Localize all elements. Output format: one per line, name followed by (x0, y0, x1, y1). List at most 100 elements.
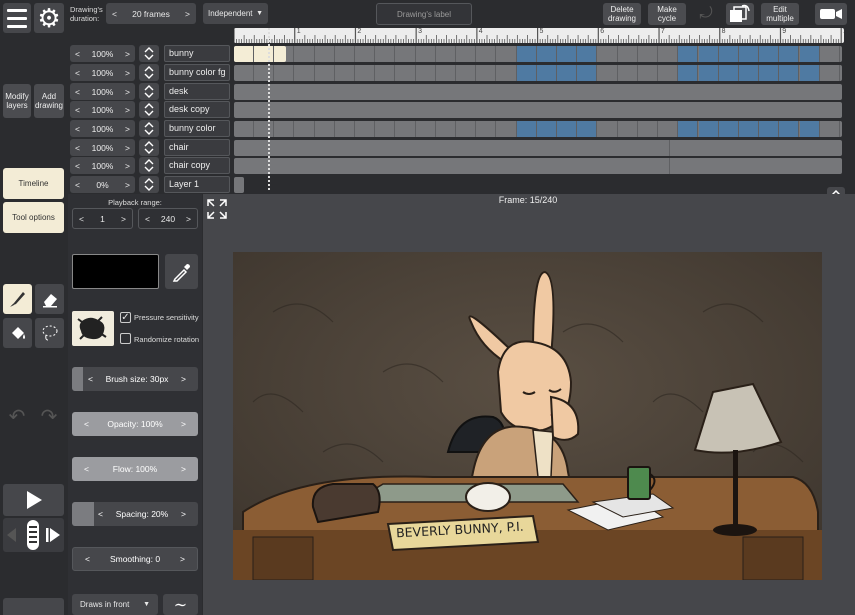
layer-name[interactable]: chair copy (164, 157, 230, 174)
mode-dropdown[interactable]: Independent ▼ (203, 3, 268, 24)
brush-icon[interactable] (3, 284, 32, 314)
frame-cell[interactable] (254, 46, 275, 62)
undo-icon[interactable]: ↶ (4, 404, 30, 428)
frame-cell[interactable] (638, 46, 658, 62)
increment-icon[interactable]: > (125, 105, 130, 115)
frame-cell[interactable] (577, 46, 598, 62)
frame-cell[interactable] (315, 65, 335, 81)
layer-name[interactable]: bunny (164, 45, 230, 62)
layer-name[interactable]: desk (164, 83, 230, 100)
frame-cell[interactable] (820, 65, 840, 81)
playback-start-stepper[interactable]: < 1 > (72, 208, 133, 229)
frame-cell[interactable] (234, 65, 254, 81)
frame-cell[interactable] (295, 121, 315, 137)
frame-cell[interactable] (335, 46, 355, 62)
delete-drawing-button[interactable]: Delete drawing (603, 3, 641, 25)
frame-cell[interactable] (820, 46, 840, 62)
timeline-button[interactable]: Timeline (3, 168, 64, 199)
frame-cell[interactable] (577, 65, 598, 81)
layer-opacity-stepper[interactable]: <100% > (70, 101, 135, 118)
edit-multiple-button[interactable]: Edit multiple (761, 3, 799, 25)
increment-icon[interactable]: > (125, 68, 130, 78)
lasso-icon[interactable] (35, 318, 64, 348)
reorder-layer-icon[interactable] (139, 120, 159, 137)
frame-cell[interactable] (456, 65, 477, 81)
frame-cell[interactable] (820, 121, 840, 137)
layer-name[interactable]: bunny color (164, 120, 230, 137)
frame-cell[interactable] (234, 46, 254, 62)
decrement-icon[interactable]: < (88, 374, 93, 384)
reorder-layer-icon[interactable] (139, 45, 159, 62)
decrement-icon[interactable]: < (98, 509, 103, 519)
draws-in-front-dropdown[interactable]: Draws in front ▼ (72, 594, 158, 615)
decrement-icon[interactable]: < (75, 68, 80, 78)
playback-end-stepper[interactable]: < 240 > (138, 208, 198, 229)
decrement-icon[interactable]: < (112, 9, 117, 19)
frame-cell[interactable] (456, 121, 477, 137)
frame-cell[interactable] (315, 46, 335, 62)
smoothing-slider[interactable]: < Smoothing: 0 > (72, 547, 198, 571)
frame-cell[interactable] (658, 65, 679, 81)
frame-cell[interactable] (718, 46, 739, 62)
frame-cell[interactable] (274, 121, 295, 137)
frame-scrubber[interactable] (3, 518, 64, 552)
frame-cell[interactable] (456, 46, 477, 62)
layer-track[interactable] (234, 177, 244, 193)
layer-track[interactable] (234, 84, 842, 100)
increment-icon[interactable]: > (125, 180, 130, 190)
frame-cell[interactable] (274, 65, 295, 81)
layer-opacity-stepper[interactable]: <0% > (70, 176, 135, 193)
reorder-layer-icon[interactable] (139, 83, 159, 100)
increment-icon[interactable]: > (125, 49, 130, 59)
frame-cell[interactable] (779, 46, 800, 62)
frame-cell[interactable] (537, 65, 557, 81)
reorder-layer-icon[interactable] (139, 101, 159, 118)
gear-icon[interactable]: ⚙ (34, 3, 64, 33)
increment-icon[interactable]: > (121, 214, 126, 224)
frame-cell[interactable] (234, 158, 670, 174)
frame-cell[interactable] (335, 65, 355, 81)
frame-ruler[interactable]: 1 2 3 4 5 6 7 8 9 10 (234, 28, 844, 43)
reorder-layer-icon[interactable] (139, 64, 159, 81)
frame-cell[interactable] (759, 46, 780, 62)
tool-options-button[interactable]: Tool options (3, 202, 64, 233)
frame-cell[interactable] (718, 121, 739, 137)
frame-cell[interactable] (698, 65, 719, 81)
frame-cell[interactable] (598, 65, 618, 81)
frame-cell[interactable] (497, 65, 517, 81)
layer-track[interactable] (234, 102, 842, 118)
increment-icon[interactable]: > (180, 554, 185, 564)
frame-cell[interactable] (396, 46, 416, 62)
frame-cell[interactable] (295, 65, 315, 81)
frame-cell[interactable] (618, 46, 638, 62)
decrement-icon[interactable]: < (75, 143, 80, 153)
frame-cell[interactable] (698, 121, 719, 137)
frame-cell[interactable] (416, 46, 436, 62)
modify-layers-button[interactable]: Modify layers (3, 84, 31, 118)
frame-cell[interactable] (577, 121, 598, 137)
increment-icon[interactable]: > (125, 124, 130, 134)
decrement-icon[interactable]: < (75, 87, 80, 97)
frame-cell[interactable] (436, 121, 456, 137)
reorder-layer-icon[interactable] (139, 139, 159, 156)
duration-stepper[interactable]: < 20 frames > (106, 3, 196, 24)
stabilizer-icon[interactable]: ∼ (163, 594, 198, 615)
brush-color-swatch[interactable] (72, 254, 159, 289)
layer-opacity-stepper[interactable]: <100% > (70, 139, 135, 156)
increment-icon[interactable]: > (125, 161, 130, 171)
frame-cell[interactable] (416, 121, 436, 137)
slider-grip[interactable] (72, 367, 83, 391)
frame-cell[interactable] (234, 140, 670, 156)
decrement-icon[interactable]: < (75, 124, 80, 134)
frame-cell[interactable] (779, 121, 800, 137)
frame-cell[interactable] (416, 65, 436, 81)
spacing-slider[interactable]: < Spacing: 20% > (72, 502, 198, 526)
frame-cell[interactable] (355, 65, 376, 81)
frame-cell[interactable] (436, 65, 456, 81)
brush-preview-icon[interactable] (72, 311, 114, 346)
decrement-icon[interactable]: < (84, 464, 89, 474)
frame-cell[interactable] (739, 65, 759, 81)
drawing-label-field[interactable]: Drawing's label (376, 3, 472, 25)
layer-name[interactable]: desk copy (164, 101, 230, 118)
frame-cell[interactable] (598, 121, 618, 137)
